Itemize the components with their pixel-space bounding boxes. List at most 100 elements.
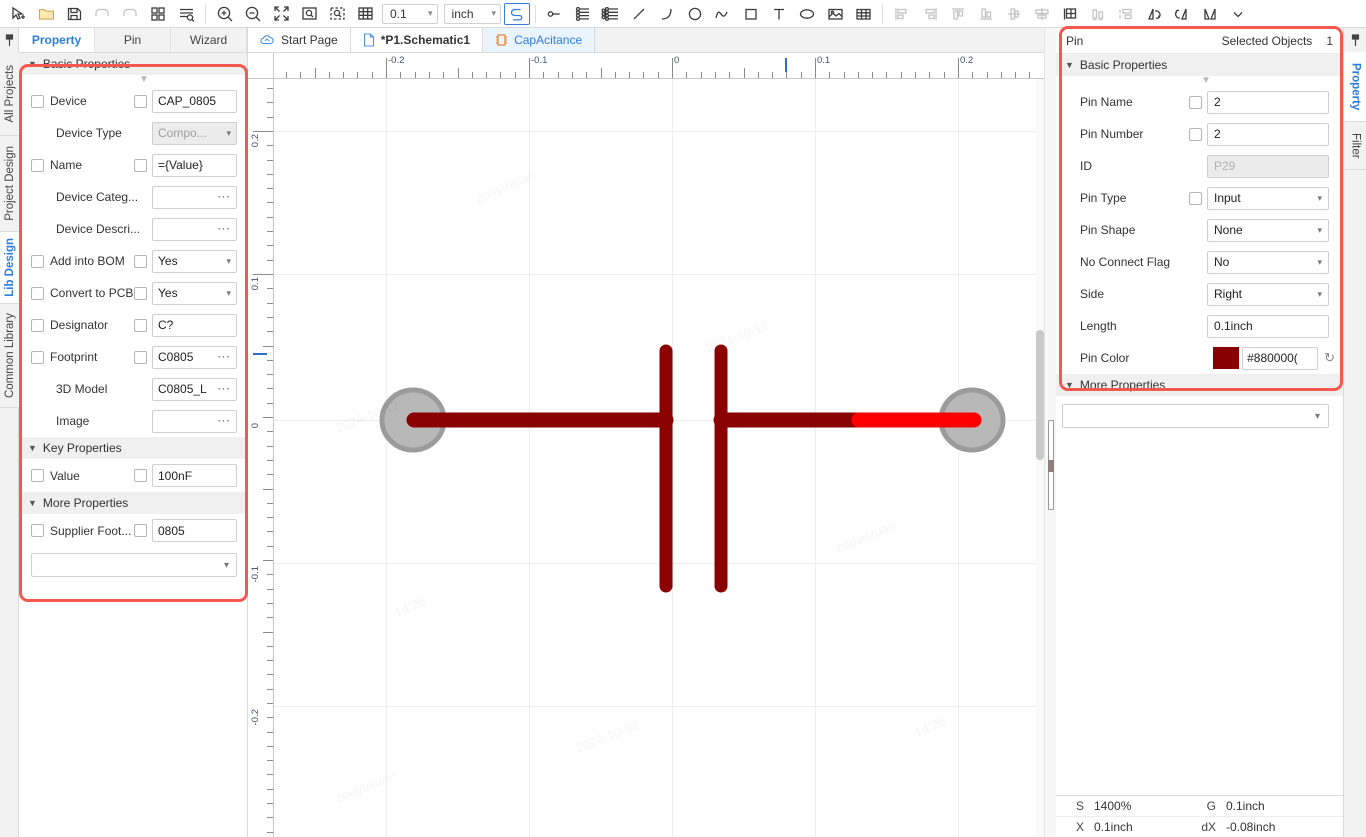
save-icon[interactable] (60, 2, 88, 26)
panel-splitter[interactable] (1044, 28, 1056, 837)
value-checkbox[interactable] (134, 318, 147, 332)
value-checkbox[interactable] (134, 350, 147, 364)
section-key-properties[interactable]: ▼ Key Properties (19, 437, 247, 459)
row-checkbox[interactable] (31, 318, 44, 332)
rotate-left-icon[interactable] (1140, 2, 1168, 26)
ellipsis-icon[interactable]: ⋯ (217, 349, 231, 365)
device-type-select[interactable]: Compo... ▾ (152, 121, 237, 145)
polyline-icon[interactable] (709, 2, 737, 26)
zoom-in-icon[interactable] (211, 2, 239, 26)
convert-to-pcb-select[interactable]: Yes ▾ (152, 281, 237, 305)
section-more-properties[interactable]: ▼ More Properties (19, 492, 247, 514)
align-grid-icon[interactable] (1056, 2, 1084, 26)
pin-icon[interactable] (0, 28, 18, 52)
row-checkbox[interactable] (31, 469, 44, 482)
value-checkbox[interactable] (134, 254, 147, 268)
align-left-icon[interactable] (888, 2, 916, 26)
sidebar-item-all-projects[interactable]: All Projects (0, 52, 19, 136)
row-checkbox[interactable] (31, 254, 44, 268)
align-center-vertical-icon[interactable] (1000, 2, 1028, 26)
row-checkbox[interactable] (31, 524, 44, 537)
device-category-input[interactable]: ⋯ (152, 185, 237, 209)
schematic-canvas[interactable]: 2024-10-12 zouyuxuan 2024-10-12 14:25 zo… (274, 79, 1056, 837)
ellipsis-icon[interactable]: ⋯ (217, 189, 231, 205)
sidebar-item-lib-design[interactable]: Lib Design (0, 232, 19, 304)
value-checkbox[interactable] (134, 524, 147, 537)
ellipsis-icon[interactable]: ⋯ (217, 413, 231, 429)
value-checkbox[interactable] (1189, 95, 1202, 109)
pin-color-input[interactable]: #880000( (1242, 346, 1319, 370)
value-checkbox[interactable] (1189, 127, 1202, 141)
section-pin-basic-properties[interactable]: ▼ Basic Properties (1056, 54, 1343, 76)
open-folder-icon[interactable] (32, 2, 60, 26)
value-checkbox[interactable] (134, 158, 147, 172)
row-checkbox[interactable] (31, 286, 44, 300)
device-input[interactable]: CAP_0805 (152, 89, 237, 113)
table-icon[interactable] (849, 2, 877, 26)
pin-icon[interactable] (541, 2, 569, 26)
doc-tab-schematic1[interactable]: *P1.Schematic1 (350, 28, 484, 52)
fit-screen-icon[interactable] (267, 2, 295, 26)
align-top-icon[interactable] (944, 2, 972, 26)
arc-icon[interactable] (653, 2, 681, 26)
grid-size-select[interactable]: 0.1 ▾ (382, 3, 438, 24)
section-pin-more-properties[interactable]: ▼ More Properties (1056, 374, 1343, 396)
list-search-icon[interactable] (172, 2, 200, 26)
grid-icon[interactable] (351, 2, 379, 26)
value-checkbox[interactable] (1189, 191, 1202, 205)
distribute-horizontal-icon[interactable] (1084, 2, 1112, 26)
grid-blocks-icon[interactable] (144, 2, 172, 26)
sidebar-item-project-design[interactable]: Project Design (0, 136, 19, 232)
tab-property[interactable]: Property (19, 28, 95, 52)
footprint-input[interactable]: C0805 ⋯ (152, 345, 237, 369)
tab-pin[interactable]: Pin (95, 28, 171, 52)
pin-icon[interactable] (1344, 28, 1366, 52)
row-checkbox[interactable] (31, 158, 44, 172)
line-icon[interactable] (625, 2, 653, 26)
ellipsis-icon[interactable]: ⋯ (217, 381, 231, 397)
image-input[interactable]: ⋯ (152, 409, 237, 433)
undo-icon[interactable] (88, 2, 116, 26)
pointer-add-icon[interactable] (4, 2, 32, 26)
zoom-area-icon[interactable] (295, 2, 323, 26)
unit-select[interactable]: inch ▾ (443, 3, 502, 24)
doc-tab-start-page[interactable]: Start Page (248, 28, 351, 52)
value-input[interactable]: 100nF (152, 464, 237, 487)
image-icon[interactable] (821, 2, 849, 26)
align-right-icon[interactable] (916, 2, 944, 26)
doc-tab-capacitance[interactable]: CapAcitance (483, 28, 596, 52)
toolbar-overflow-chevron-down-icon[interactable] (1224, 2, 1252, 26)
reset-color-icon[interactable]: ↻ (1324, 350, 1335, 366)
circle-icon[interactable] (681, 2, 709, 26)
splitter-grip[interactable] (1048, 460, 1054, 472)
section-basic-properties[interactable]: ▼ Basic Properties (19, 53, 247, 75)
length-input[interactable]: 0.1inch (1207, 314, 1329, 338)
bus-entry-icon[interactable] (597, 2, 625, 26)
row-checkbox[interactable] (31, 94, 44, 108)
text-icon[interactable] (765, 2, 793, 26)
model-3d-input[interactable]: C0805_L ⋯ (152, 377, 237, 401)
align-center-horizontal-icon[interactable] (1028, 2, 1056, 26)
row-checkbox[interactable] (31, 350, 44, 364)
pin-name-input[interactable]: 2 (1207, 90, 1329, 114)
pin-number-input[interactable]: 2 (1207, 122, 1329, 146)
pin-type-select[interactable]: Input ▾ (1207, 186, 1329, 210)
side-select[interactable]: Right ▾ (1207, 282, 1329, 306)
designator-input[interactable]: C? (152, 313, 237, 337)
pin-color-swatch[interactable] (1213, 347, 1240, 369)
bus-icon[interactable] (569, 2, 597, 26)
distribute-vertical-icon[interactable] (1112, 2, 1140, 26)
right-tab-property[interactable]: Property (1344, 52, 1366, 122)
zoom-select-icon[interactable] (323, 2, 351, 26)
right-tab-filter[interactable]: Filter (1344, 122, 1366, 170)
device-description-input[interactable]: ⋯ (152, 217, 237, 241)
capacitor-symbol[interactable] (274, 79, 1056, 837)
name-input[interactable]: ={Value} (152, 153, 237, 177)
ellipse-icon[interactable] (793, 2, 821, 26)
supplier-footprint-input[interactable]: 0805 (152, 519, 237, 542)
route-back-icon[interactable] (504, 2, 531, 25)
right-panel-add-property-select[interactable]: ▾ (1062, 404, 1329, 428)
rectangle-icon[interactable] (737, 2, 765, 26)
sidebar-item-common-library[interactable]: Common Library (0, 304, 19, 408)
pin-shape-select[interactable]: None ▾ (1207, 218, 1329, 242)
